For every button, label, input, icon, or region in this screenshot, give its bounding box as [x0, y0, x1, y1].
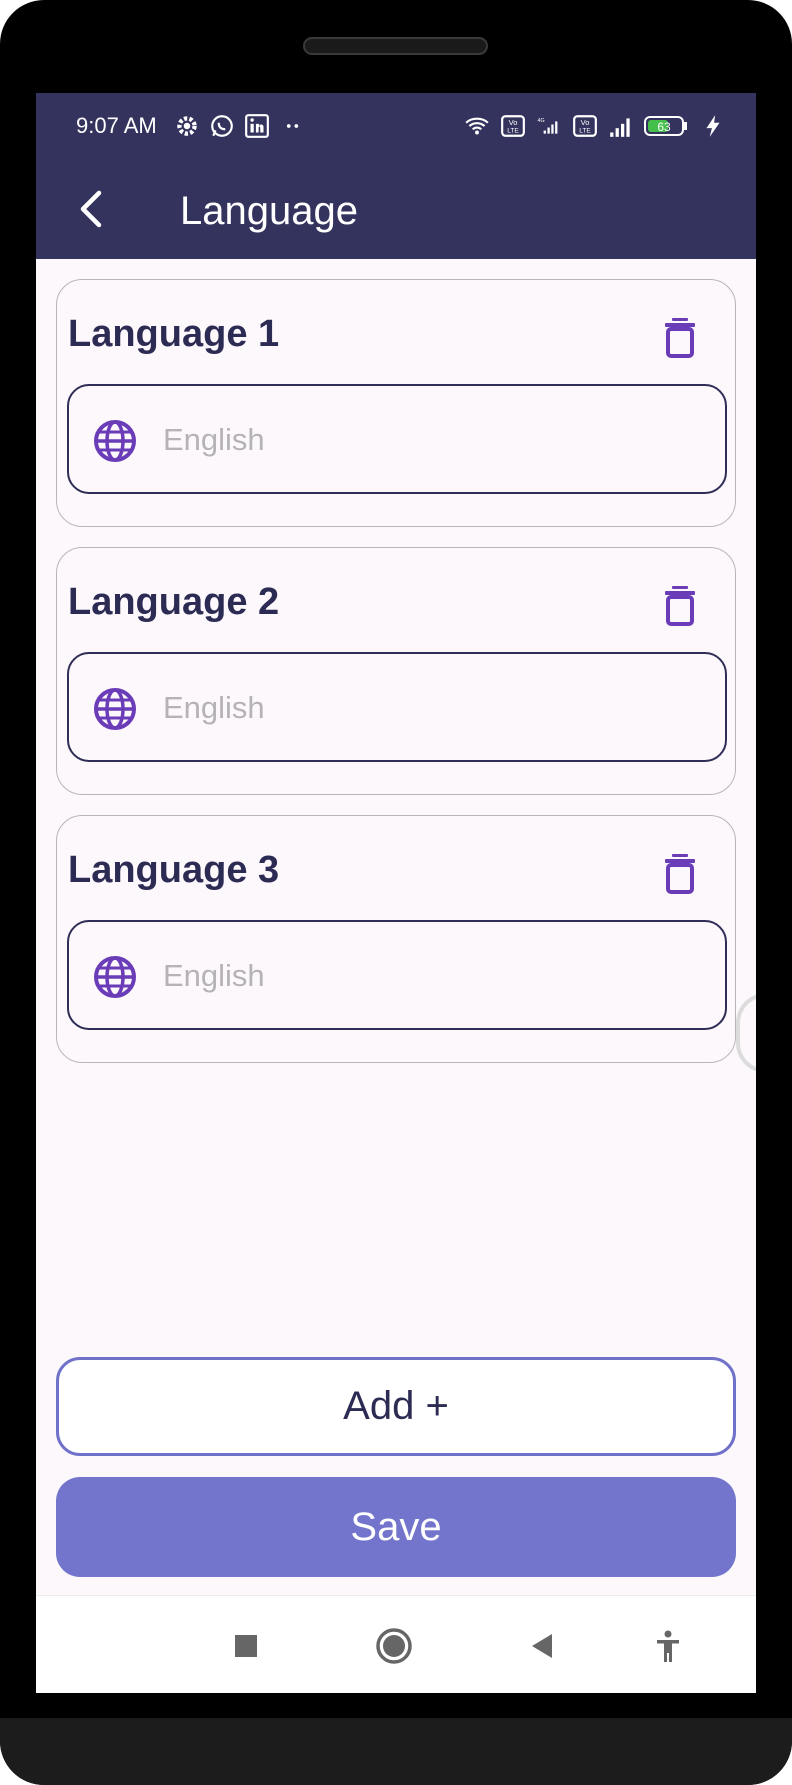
save-button[interactable]: Save	[56, 1477, 736, 1577]
language-select-field[interactable]: English	[67, 652, 727, 762]
language-card: Language 2 English	[56, 547, 736, 795]
signal-icon	[610, 118, 630, 137]
svg-text:LTE: LTE	[579, 128, 591, 135]
gear-icon	[177, 116, 197, 136]
recents-square-icon[interactable]	[226, 1626, 266, 1666]
charging-bolt-icon	[706, 115, 720, 137]
language-card-title: Language 2	[68, 581, 280, 623]
phone-chin	[0, 1718, 792, 1785]
delete-icon[interactable]	[661, 852, 699, 894]
screen: 9:07 AM Vo LTE 4G Vo LTE 63 Language Lan…	[36, 93, 756, 1693]
page-title: Language	[180, 189, 358, 233]
language-select-field[interactable]: English	[67, 920, 727, 1030]
more-dots-icon	[286, 124, 299, 128]
language-select-field[interactable]: English	[67, 384, 727, 494]
home-circle-icon[interactable]	[374, 1626, 414, 1666]
svg-text:LTE: LTE	[507, 128, 519, 135]
language-card: Language 3 English	[56, 815, 736, 1063]
edge-panel-handle[interactable]	[736, 993, 756, 1073]
delete-icon[interactable]	[661, 316, 699, 358]
back-triangle-icon[interactable]	[522, 1626, 562, 1666]
language-card-title: Language 1	[68, 313, 280, 355]
delete-icon[interactable]	[661, 584, 699, 626]
signal-4g-icon: 4G	[538, 118, 558, 134]
accessibility-icon[interactable]	[648, 1626, 688, 1666]
language-card-title: Language 3	[68, 849, 280, 891]
phone-frame: 9:07 AM Vo LTE 4G Vo LTE 63 Language Lan…	[0, 0, 792, 1785]
svg-text:63: 63	[657, 120, 671, 134]
app-bar: Language	[36, 161, 756, 259]
system-nav-bar	[36, 1595, 756, 1693]
globe-icon	[94, 420, 136, 462]
language-value: English	[163, 690, 265, 725]
notification-icons	[174, 113, 305, 139]
back-button[interactable]	[66, 183, 118, 235]
speaker-grille	[303, 37, 488, 55]
globe-icon	[94, 688, 136, 730]
volte-icon: VoLTE	[501, 115, 525, 137]
language-card: Language 1 English	[56, 279, 736, 527]
status-bar: 9:07 AM Vo LTE 4G Vo LTE 63	[36, 93, 756, 161]
status-time: 9:07 AM	[76, 113, 157, 138]
language-value: English	[163, 422, 265, 457]
language-value: English	[163, 958, 265, 993]
battery-icon: 63	[644, 116, 687, 136]
svg-text:Vo: Vo	[581, 118, 590, 127]
linkedin-icon	[245, 114, 269, 138]
volte-icon: VoLTE	[573, 115, 597, 137]
wifi-icon	[465, 117, 489, 135]
chevron-left-icon	[80, 190, 102, 228]
system-status-icons: Vo LTE 4G Vo LTE 63	[464, 113, 726, 139]
globe-icon	[94, 956, 136, 998]
whatsapp-icon	[211, 115, 233, 137]
svg-text:4G: 4G	[538, 118, 545, 124]
add-language-button[interactable]: Add +	[56, 1357, 736, 1456]
svg-text:Vo: Vo	[509, 118, 518, 127]
